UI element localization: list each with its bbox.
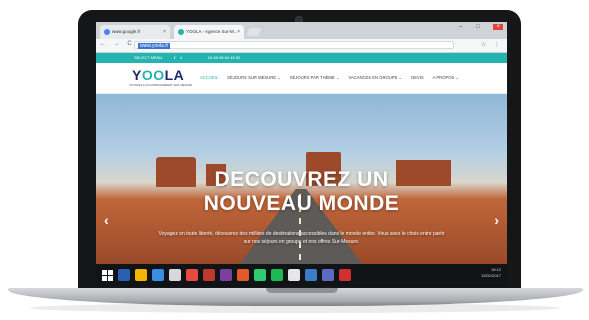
laptop-base	[8, 288, 583, 306]
laptop-screen: www.google.fr × YOOLA - Agence Sur-M... …	[96, 22, 507, 287]
url-input[interactable]: www.yoola.fr	[134, 41, 454, 49]
slider-prev-icon[interactable]: ‹	[104, 212, 109, 228]
taskbar-app-icon[interactable]	[237, 269, 249, 281]
taskbar-app-icon[interactable]	[186, 269, 198, 281]
social-icons[interactable]: f t	[174, 53, 184, 63]
new-tab-button[interactable]	[246, 28, 262, 36]
taskbar-app-icon[interactable]	[305, 269, 317, 281]
system-tray: 15:12 12/01/2017	[481, 267, 501, 279]
taskbar-app-icon[interactable]	[118, 269, 130, 281]
taskbar-app-icon[interactable]	[135, 269, 147, 281]
taskbar-app-icon[interactable]	[339, 269, 351, 281]
bookmark-menu-icons[interactable]: ☆ ⋮	[481, 41, 503, 48]
logo-tagline: VOYAGES & ACCOMPAGNEMENT SUR-MESURE	[129, 84, 193, 87]
logo-part: Y	[132, 67, 142, 83]
taskbar-app-icon[interactable]	[271, 269, 283, 281]
close-icon[interactable]: ×	[163, 25, 166, 39]
laptop-notch	[266, 288, 338, 293]
logo-part: LA	[164, 67, 185, 83]
taskbar-app-icon[interactable]	[288, 269, 300, 281]
menu-item-sejours-sur-mesure[interactable]: SÉJOURS SUR MESURE ⌄	[227, 75, 281, 80]
window-controls[interactable]: – □ ×	[459, 24, 503, 30]
menu-item-devis[interactable]: DEVIS	[411, 75, 424, 80]
tab-label: www.google.fr	[112, 29, 141, 34]
taskbar-app-icon[interactable]	[152, 269, 164, 281]
window-close-icon[interactable]: ×	[493, 24, 503, 30]
yoola-logo[interactable]: YOOLA	[132, 67, 184, 83]
browser-toolbar: ← → C www.yoola.fr ☆ ⋮	[96, 39, 507, 53]
slider-next-icon[interactable]: ›	[494, 212, 499, 228]
menu-item-a-propos[interactable]: A PROPOS ⌄	[433, 75, 459, 80]
windows-start-icon[interactable]	[102, 270, 113, 281]
tab-label: YOOLA - Agence Sur-M...	[186, 29, 238, 34]
taskbar-app-icon[interactable]	[203, 269, 215, 281]
tab-yoola[interactable]: YOOLA - Agence Sur-M... ×	[174, 25, 244, 39]
hero-subtitle: Voyagez en toute liberté, découvrez des …	[158, 231, 445, 245]
clock-date[interactable]: 12/01/2017	[481, 273, 501, 279]
menu-item-sejours-par-theme[interactable]: SÉJOURS PAR THÈME ⌄	[290, 75, 340, 80]
windows-taskbar: 15:12 12/01/2017	[96, 264, 507, 287]
taskbar-app-icon[interactable]	[254, 269, 266, 281]
taskbar-apps	[118, 269, 351, 281]
site-topbar: SELECT MENU f t 04 69 96 64 45 50	[96, 53, 507, 63]
taskbar-app-icon[interactable]	[220, 269, 232, 281]
select-menu[interactable]: SELECT MENU	[134, 53, 162, 63]
yoola-favicon-icon	[178, 29, 184, 35]
taskbar-app-icon[interactable]	[322, 269, 334, 281]
hero-title-line1: DECOUVREZ UN	[214, 168, 389, 191]
hero-banner: DECOUVREZ UN NOUVEAU MONDE Voyagez en to…	[96, 94, 507, 264]
taskbar-app-icon[interactable]	[169, 269, 181, 281]
logo-accent: OO	[141, 67, 165, 83]
tab-google[interactable]: www.google.fr ×	[100, 25, 170, 39]
site-header: YOOLA VOYAGES & ACCOMPAGNEMENT SUR-MESUR…	[96, 63, 507, 94]
hero-title-line2: NOUVEAU MONDE	[203, 192, 400, 215]
browser-tabbar: www.google.fr × YOOLA - Agence Sur-M... …	[96, 22, 507, 39]
main-menu: ACCUEIL SÉJOURS SUR MESURE ⌄ SÉJOURS PAR…	[200, 75, 459, 80]
google-favicon-icon	[104, 29, 110, 35]
menu-item-vacances-en-groupe[interactable]: VACANCES EN GROUPE ⌄	[348, 75, 402, 80]
hero-title: DECOUVREZ UN NOUVEAU MONDE	[96, 168, 507, 216]
nav-buttons[interactable]: ← → C	[100, 41, 135, 47]
phone-number[interactable]: 04 69 96 64 45 50	[208, 53, 240, 63]
minimize-maximize-icons[interactable]: – □	[459, 24, 486, 30]
menu-item-accueil[interactable]: ACCUEIL	[200, 75, 218, 80]
url-text: www.yoola.fr	[138, 43, 171, 49]
close-icon[interactable]: ×	[237, 25, 240, 39]
